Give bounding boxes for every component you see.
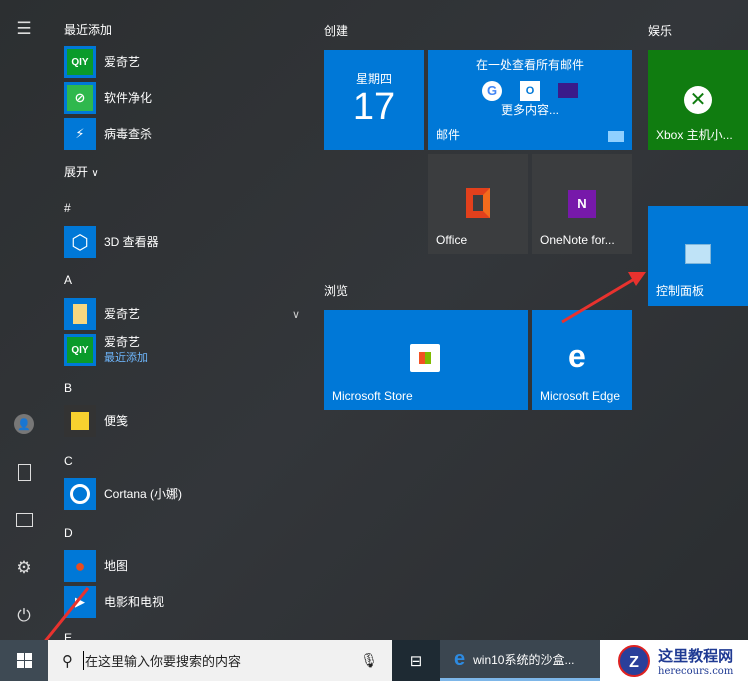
search-icon: ⚲ [62, 652, 73, 670]
task-view-button[interactable]: ⊟ [392, 640, 440, 681]
annotation-arrows [24, 272, 646, 670]
windows-logo-icon [16, 653, 32, 668]
watermark-z-icon: Z [618, 644, 650, 677]
task-view-icon: ⊟ [409, 652, 423, 670]
search-box[interactable]: ⚲ 在这里输入你要搜索的内容 🎙 [48, 640, 392, 681]
start-button[interactable] [0, 640, 48, 681]
search-input[interactable]: 在这里输入你要搜索的内容 [83, 651, 241, 670]
watermark-logo: Z 这里教程网 herecours.com [600, 640, 748, 681]
window-title: win10系统的沙盒... [473, 652, 575, 667]
taskbar-edge-window[interactable]: e win10系统的沙盒... [440, 640, 600, 681]
microphone-icon[interactable]: 🎙 [360, 652, 378, 669]
edge-icon: e [454, 647, 466, 670]
